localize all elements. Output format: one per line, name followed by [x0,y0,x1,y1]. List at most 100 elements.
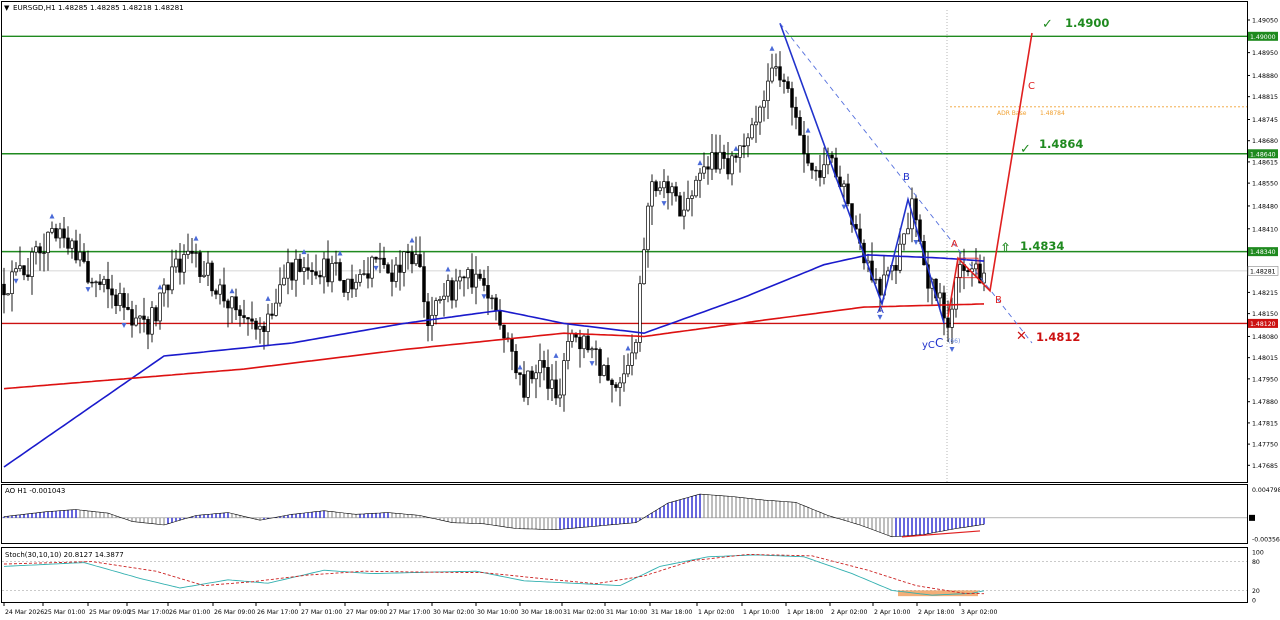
candle-body [582,335,586,350]
candle-body [250,318,254,322]
candle-body [734,155,738,158]
candle-body [702,166,706,174]
candle-body [466,269,470,279]
candle-body [386,264,390,274]
x-tick-label: 25 Mar 09:00 [89,609,130,616]
candle-body [302,267,306,272]
candle-body [818,170,822,178]
candle-body [6,293,10,296]
candle-body [82,251,86,262]
candle-body [774,66,778,69]
candle-body [2,283,6,296]
candle-body [554,379,558,399]
candle-body [898,243,902,271]
candle-body [434,300,438,316]
candle-body [906,228,910,235]
candle-body [238,309,242,316]
x-tick-label: 31 Mar 18:00 [651,609,692,616]
candle-body [230,296,234,309]
candle-body [498,310,502,326]
candle-body [78,251,82,261]
candle-body [102,278,106,285]
level-label: 1.4900 [1065,16,1109,30]
candle-body [690,195,694,199]
candle-body [494,297,498,311]
y-tick-label: 1.48215 [1252,290,1278,297]
candle-body [630,352,634,366]
proj-label-a: A [951,239,958,250]
candle-body [122,293,126,308]
candle-body [570,333,574,342]
candle-body [482,278,486,286]
candle-body [90,281,94,284]
candle-body [682,209,686,217]
candle-body [458,276,462,282]
candle-body [502,324,506,339]
x-tick-label: 1 Apr 18:00 [787,609,823,616]
candle-body [786,81,790,89]
candle-body [350,278,354,290]
candle-body [474,273,478,288]
candle-body [730,155,734,175]
candle-body [18,265,22,270]
candle-body [902,233,906,245]
candle-body [86,261,90,283]
candle-body [526,370,530,398]
candle-body [146,319,150,335]
candle-body [470,269,474,288]
candle-body [514,351,518,374]
x-tick-label: 1 Apr 02:00 [698,609,734,616]
candle-body [166,284,170,291]
level-icon: ✓ [1020,142,1031,157]
candle-body [314,271,318,276]
y-tick-label: 1.48150 [1252,311,1278,318]
candle-body [118,293,122,307]
y-tick-label: 1.48680 [1252,138,1278,145]
candle-body [586,335,590,351]
x-tick-label: 2 Apr 18:00 [918,609,954,616]
candle-body [262,325,266,332]
candle-body [94,281,98,284]
candle-body [170,266,174,291]
y-tick-label: 1.47950 [1252,376,1278,383]
y-tick-label: 1.47815 [1252,420,1278,427]
candle-body [110,288,114,296]
candle-body [310,269,314,273]
candle-body [738,145,742,158]
candle-body [530,370,534,380]
candle-body [606,365,610,381]
candle-body [346,278,350,293]
candle-body [234,296,238,311]
candle-body [154,307,158,322]
candle-body [138,315,142,319]
x-tick-label: 2 Apr 02:00 [831,609,867,616]
candle-body [622,373,626,384]
wave-label-b: B [903,172,910,183]
candle-body [562,360,566,396]
candle-body [766,80,770,102]
candle-body [366,273,370,279]
candle-body [518,372,522,375]
candle-body [438,299,442,301]
level-price-tag-text: 1.48120 [1250,321,1276,328]
candle-body [46,231,50,254]
candle-body [822,164,826,178]
level-icon: ⇧ [1000,241,1011,256]
candle-body [374,256,378,260]
proj-label-b: B [995,295,1002,306]
candle-body [406,251,410,253]
candle-body [914,198,918,221]
x-tick-label: 30 Mar 10:00 [477,609,518,616]
candle-body [38,246,42,254]
trading-chart[interactable]: ADR Base 1.48784 1.49050 1.48950 1.48880 1.4… [0,0,1280,620]
candle-body [418,254,422,267]
candle-body [650,181,654,207]
candle-body [182,254,186,273]
x-tick-label: 25 Mar 17:00 [128,609,169,616]
candle-body [770,67,774,82]
candle-body [58,228,62,239]
candle-body [522,374,526,398]
candle-body [618,382,622,388]
candle-body [426,301,430,327]
candle-body [142,315,146,320]
